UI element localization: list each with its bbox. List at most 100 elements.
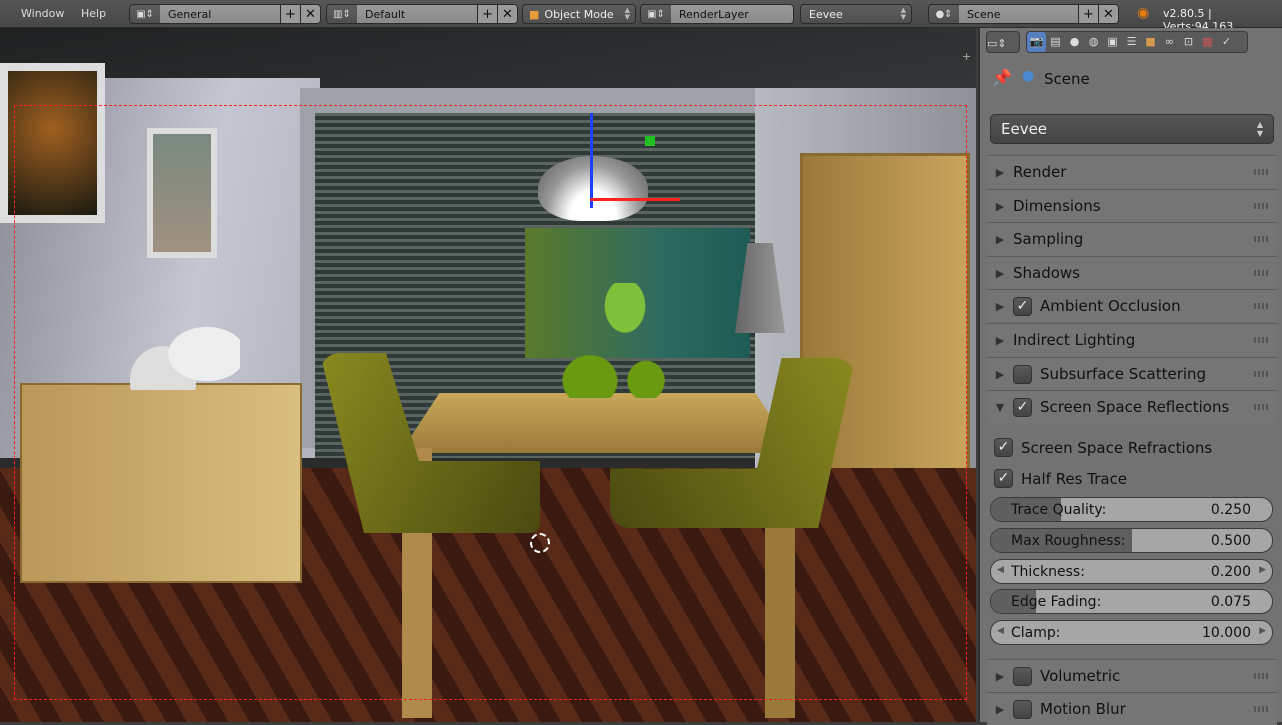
checkbox-icon[interactable]: ✓ xyxy=(994,438,1013,457)
close-icon[interactable]: ✕ xyxy=(300,5,320,23)
checkbox-icon[interactable]: ✓ xyxy=(1013,397,1032,417)
triangle-right-icon[interactable]: ▶ xyxy=(987,200,1013,213)
properties-editor-icon: ▭⇕ xyxy=(987,37,1007,50)
scene-icon: ●⇕ xyxy=(935,8,953,20)
render-layer-selector[interactable]: ▣⇕ RenderLayer xyxy=(640,4,794,24)
scene-selector[interactable]: ●⇕ Scene + ✕ xyxy=(928,4,1119,24)
object-data-tab-icon[interactable]: ✓ xyxy=(1217,32,1236,52)
collection-tab-icon[interactable]: ▣ xyxy=(1103,32,1122,52)
mode-dropdown[interactable]: ■ Object Mode ▲ ▼ xyxy=(522,4,636,24)
triangle-right-icon[interactable]: ▶ xyxy=(987,233,1013,246)
object-tab-icon[interactable]: ■ xyxy=(1141,32,1160,52)
scene-name[interactable]: Scene xyxy=(959,5,1078,23)
decrement-arrow-icon[interactable]: ◀ xyxy=(997,565,1004,575)
add-icon[interactable]: + xyxy=(1078,5,1098,23)
triangle-right-icon[interactable]: ▶ xyxy=(987,703,1013,716)
add-region-icon[interactable]: + xyxy=(962,50,971,63)
drag-grip-icon[interactable] xyxy=(1254,371,1269,377)
triangle-right-icon[interactable]: ▶ xyxy=(987,368,1013,381)
modifiers-tab-icon[interactable]: ⊡ xyxy=(1179,32,1198,52)
slider-max-roughness[interactable]: Max Roughness: 0.500 xyxy=(990,527,1273,553)
drag-grip-icon[interactable] xyxy=(1254,169,1269,175)
scene-tab-icon[interactable]: ● xyxy=(1065,32,1084,52)
drag-grip-icon[interactable] xyxy=(1254,404,1269,410)
increment-arrow-icon[interactable]: ▶ xyxy=(1259,626,1266,636)
layout-selector[interactable]: ▥⇕ Default + ✕ xyxy=(326,4,518,24)
panel-header-subsurface-scattering[interactable]: ▶ Subsurface Scattering xyxy=(987,357,1277,390)
slider-label: Edge Fading: xyxy=(1011,594,1102,611)
decrement-arrow-icon[interactable]: ◀ xyxy=(997,626,1004,636)
chevron-updown-icon: ▲ ▼ xyxy=(624,6,630,21)
layout-name[interactable]: Default xyxy=(357,5,477,23)
menu-window[interactable]: Window xyxy=(21,7,64,20)
slider-edge-fading[interactable]: Edge Fading: 0.075 xyxy=(990,589,1273,615)
pin-icon[interactable]: 📌 xyxy=(992,68,1012,87)
checkbox-icon[interactable] xyxy=(1013,699,1032,719)
context-label: Scene xyxy=(1044,70,1090,88)
drag-grip-icon[interactable] xyxy=(1254,270,1269,276)
texture-tab-icon[interactable]: ▦ xyxy=(1198,32,1217,52)
drag-grip-icon[interactable] xyxy=(1254,203,1269,209)
panel-header-volumetric[interactable]: ▶ Volumetric xyxy=(987,659,1277,692)
screen-layout-selector[interactable]: ▣⇕ General + ✕ xyxy=(129,4,321,24)
checkbox-icon[interactable] xyxy=(1013,364,1032,384)
screen-layout-name[interactable]: General xyxy=(160,5,280,23)
triangle-right-icon[interactable]: ▶ xyxy=(987,267,1013,280)
increment-arrow-icon[interactable]: ▶ xyxy=(1259,565,1266,575)
slider-thickness[interactable]: ◀ ▶ Thickness: 0.200 xyxy=(990,558,1273,584)
render-layer-tab-icon[interactable]: ▤ xyxy=(1046,32,1065,52)
slider-value: 0.500 xyxy=(1210,532,1251,549)
panel-header-indirect-lighting[interactable]: ▶ Indirect Lighting xyxy=(987,323,1277,356)
slider-value: 0.200 xyxy=(1210,563,1251,580)
menu-help[interactable]: Help xyxy=(81,7,106,20)
panel-header-dimensions[interactable]: ▶ Dimensions xyxy=(987,189,1277,222)
panel-header-sampling[interactable]: ▶ Sampling xyxy=(987,222,1277,255)
gizmo-x-axis[interactable] xyxy=(590,198,680,201)
slider-trace-quality[interactable]: Trace Quality: 0.250 xyxy=(990,497,1273,522)
view-layer-tab-icon[interactable]: ☰ xyxy=(1122,32,1141,52)
editor-type-selector[interactable]: ▭⇕ xyxy=(986,31,1020,53)
panel-header-ambient-occlusion[interactable]: ▶ ✓ Ambient Occlusion xyxy=(987,289,1277,322)
panel-header-label: Subsurface Scattering xyxy=(1040,365,1207,383)
panel-header-motion-blur[interactable]: ▶ Motion Blur xyxy=(987,692,1277,725)
panel-header-render[interactable]: ▶ Render xyxy=(987,155,1277,188)
half-res-trace-checkbox[interactable]: ✓ Half Res Trace xyxy=(994,469,1127,488)
engine-dropdown[interactable]: Eevee ▲ ▼ xyxy=(800,4,912,24)
ssr-refractions-checkbox[interactable]: ✓ Screen Space Refractions xyxy=(994,438,1212,457)
checkbox-icon[interactable] xyxy=(1013,666,1032,686)
3d-viewport[interactable]: + xyxy=(0,28,976,722)
gizmo-y-axis[interactable] xyxy=(645,136,655,146)
slider-clamp[interactable]: ◀ ▶ Clamp: 10.000 xyxy=(990,620,1273,646)
triangle-right-icon[interactable]: ▶ xyxy=(987,166,1013,179)
panel-header-label: Motion Blur xyxy=(1040,700,1126,718)
drag-grip-icon[interactable] xyxy=(1254,236,1269,242)
triangle-right-icon[interactable]: ▶ xyxy=(987,334,1013,347)
drag-grip-icon[interactable] xyxy=(1254,673,1269,679)
render-tab-icon[interactable]: 📷 xyxy=(1027,32,1046,52)
slider-label: Max Roughness: xyxy=(1011,532,1126,549)
render-engine-dropdown[interactable]: Eevee ▲ ▼ xyxy=(990,114,1274,144)
gizmo-z-axis[interactable] xyxy=(590,113,593,208)
triangle-down-icon[interactable]: ▼ xyxy=(987,401,1013,414)
render-layer-name[interactable]: RenderLayer xyxy=(671,5,793,23)
panel-header-label: Dimensions xyxy=(1013,197,1101,215)
close-icon[interactable]: ✕ xyxy=(1098,5,1118,23)
render-engine-label: Eevee xyxy=(1001,120,1048,138)
drag-grip-icon[interactable] xyxy=(1254,337,1269,343)
3d-cursor-icon[interactable] xyxy=(530,533,550,553)
add-icon[interactable]: + xyxy=(477,5,497,23)
close-icon[interactable]: ✕ xyxy=(497,5,517,23)
panel-header-shadows[interactable]: ▶ Shadows xyxy=(987,256,1277,289)
constraints-tab-icon[interactable]: ∞ xyxy=(1160,32,1179,52)
properties-editor: ▭⇕ 📷 ▤ ● ◍ ▣ ☰ ■ ∞ ⊡ ▦ ✓ 📌 ● Scene Eevee… xyxy=(978,28,1282,725)
triangle-right-icon[interactable]: ▶ xyxy=(987,670,1013,683)
world-tab-icon[interactable]: ◍ xyxy=(1084,32,1103,52)
checkbox-icon[interactable]: ✓ xyxy=(994,469,1013,488)
triangle-right-icon[interactable]: ▶ xyxy=(987,300,1013,313)
drag-grip-icon[interactable] xyxy=(1254,303,1269,309)
add-icon[interactable]: + xyxy=(280,5,300,23)
slider-label: Thickness: xyxy=(1011,563,1085,580)
checkbox-icon[interactable]: ✓ xyxy=(1013,296,1032,316)
panel-header-screen-space-reflections[interactable]: ▼ ✓ Screen Space Reflections xyxy=(987,390,1277,423)
drag-grip-icon[interactable] xyxy=(1254,706,1269,712)
